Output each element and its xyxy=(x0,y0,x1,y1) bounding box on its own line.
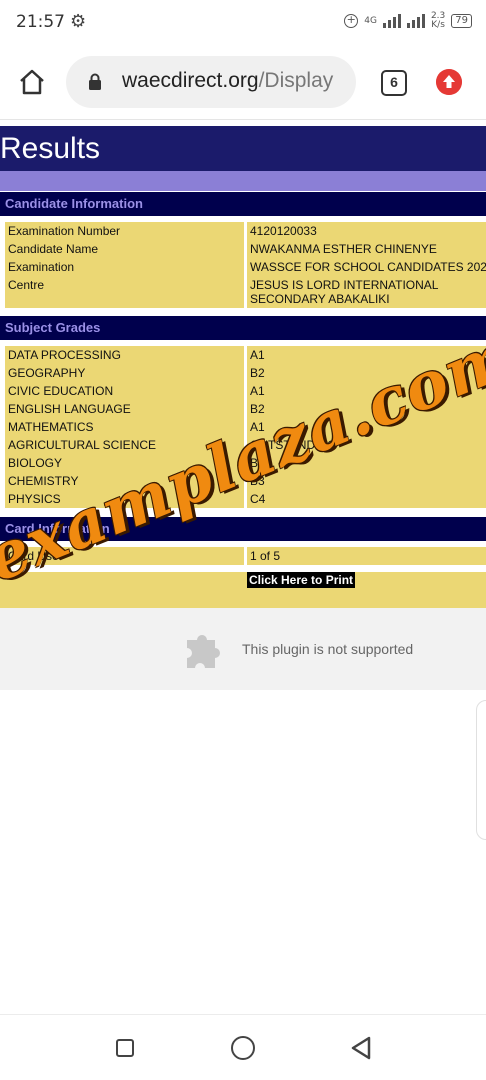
candidate-value: 4120120033 xyxy=(247,222,486,240)
print-link[interactable]: Click Here to Print xyxy=(247,572,356,588)
url-path: /Display xyxy=(258,69,334,92)
system-nav-bar xyxy=(0,1014,486,1080)
candidate-label: Examination xyxy=(5,258,244,276)
candidate-label: Candidate Name xyxy=(5,240,244,258)
update-icon[interactable] xyxy=(436,69,462,95)
subject-grade: B3 xyxy=(247,472,486,490)
card-section-heading: Card Information xyxy=(0,517,486,541)
nav-recents-icon[interactable] xyxy=(116,1039,134,1057)
candidate-section-heading: Candidate Information xyxy=(0,192,486,216)
unsupported-plugin-area: This plugin is not supported xyxy=(0,608,486,690)
subject-name: CIVIC EDUCATION xyxy=(5,382,244,400)
tabs-icon[interactable]: 6 xyxy=(381,70,407,96)
subject-name: MATHEMATICS xyxy=(5,418,244,436)
card-use-row: Card Use 1 of 5 xyxy=(0,547,486,565)
grade-row: CIVIC EDUCATION A1 xyxy=(0,382,486,400)
candidate-value: JESUS IS LORD INTERNATIONAL SECONDARY AB… xyxy=(247,276,486,308)
candidate-label: Centre xyxy=(5,276,244,308)
subject-name: PHYSICS xyxy=(5,490,244,508)
candidate-row: Examination Number 4120120033 xyxy=(0,222,486,240)
address-bar[interactable]: waecdirect.org/Display xyxy=(66,56,356,108)
status-time: 21:57 xyxy=(16,12,65,32)
subject-name: BIOLOGY xyxy=(5,454,244,472)
side-panel-handle[interactable] xyxy=(476,700,486,840)
subject-name: CHEMISTRY xyxy=(5,472,244,490)
nav-back-icon[interactable] xyxy=(350,1036,372,1060)
url-domain: waecdirect.org xyxy=(122,69,259,92)
network-type: 4G xyxy=(364,16,377,26)
card-use-value: 1 of 5 xyxy=(247,547,486,565)
subject-grade: B2 xyxy=(247,364,486,382)
subject-grade: B2 xyxy=(247,454,486,472)
nav-home-icon[interactable] xyxy=(231,1036,255,1060)
grade-row: CHEMISTRY B3 xyxy=(0,472,486,490)
signal-icon-2 xyxy=(406,14,425,28)
lock-icon xyxy=(89,73,101,90)
browser-toolbar: waecdirect.org/Display 6 xyxy=(0,44,486,120)
add-circle-icon: + xyxy=(344,14,359,28)
subject-grade: A1 xyxy=(247,382,486,400)
url-text[interactable]: waecdirect.org/Display xyxy=(122,69,348,93)
candidate-value: NWAKANMA ESTHER CHINENYE xyxy=(247,240,486,258)
candidate-row: Candidate Name NWAKANMA ESTHER CHINENYE xyxy=(0,240,486,258)
puzzle-plugin-icon xyxy=(187,635,220,668)
battery-icon: 79 xyxy=(451,14,472,28)
network-speed: 2.3 K/s xyxy=(431,12,445,30)
subject-name: AGRICULTURAL SCIENCE xyxy=(5,436,244,454)
grades-section-heading: Subject Grades xyxy=(0,316,486,340)
subject-name: GEOGRAPHY xyxy=(5,364,244,382)
grade-row: DATA PROCESSING A1 xyxy=(0,346,486,364)
status-indicators: + 4G 2.3 K/s 79 xyxy=(344,12,472,30)
candidate-value: WASSCE FOR SCHOOL CANDIDATES 2021 xyxy=(247,258,486,276)
grade-row: ENGLISH LANGUAGE B2 xyxy=(0,400,486,418)
candidate-row: Centre JESUS IS LORD INTERNATIONAL SECON… xyxy=(0,276,486,308)
page-title: Results xyxy=(0,126,486,171)
subject-name: DATA PROCESSING xyxy=(5,346,244,364)
grade-row: PHYSICS C4 xyxy=(0,490,486,508)
candidate-row: Examination WASSCE FOR SCHOOL CANDIDATES… xyxy=(0,258,486,276)
grade-row: AGRICULTURAL SCIENCE OUTSTANDING xyxy=(0,436,486,454)
plugin-message: This plugin is not supported xyxy=(242,641,414,657)
subject-name: ENGLISH LANGUAGE xyxy=(5,400,244,418)
subject-grade: A1 xyxy=(247,346,486,364)
footer-band xyxy=(0,590,486,608)
grade-row: BIOLOGY B2 xyxy=(0,454,486,472)
status-bar: 21:57 ⚙ + 4G 2.3 K/s 79 xyxy=(0,0,486,44)
card-use-label: Card Use xyxy=(5,547,244,565)
print-row xyxy=(0,572,486,590)
subject-grade: B2 xyxy=(247,400,486,418)
grade-row: GEOGRAPHY B2 xyxy=(0,364,486,382)
speed-unit: K/s xyxy=(431,20,445,30)
subject-grade: A1 xyxy=(247,418,486,436)
subject-grade: C4 xyxy=(247,490,486,508)
settings-gear-icon: ⚙ xyxy=(70,11,87,31)
home-icon[interactable] xyxy=(18,68,46,96)
header-divider xyxy=(0,171,486,191)
candidate-label: Examination Number xyxy=(5,222,244,240)
grade-row: MATHEMATICS A1 xyxy=(0,418,486,436)
signal-icon xyxy=(382,14,401,28)
subject-grade: OUTSTANDING xyxy=(247,436,486,454)
